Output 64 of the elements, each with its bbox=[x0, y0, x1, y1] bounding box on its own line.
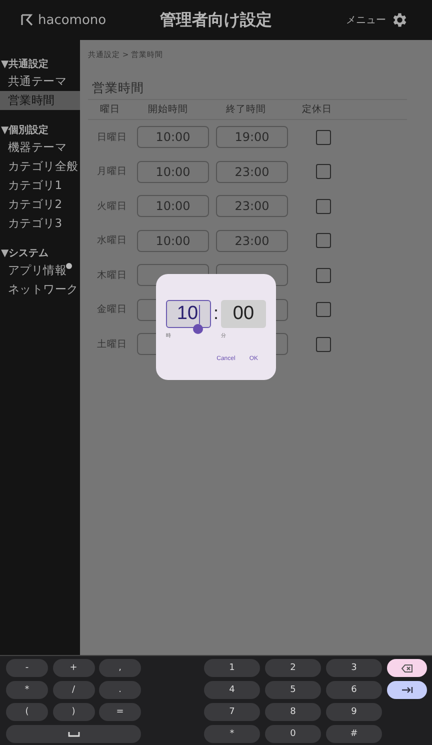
sidebar-item[interactable]: 共通テーマ bbox=[0, 72, 80, 91]
keyboard-key[interactable]: / bbox=[52, 681, 94, 699]
keyboard-key[interactable]: 0 bbox=[265, 725, 321, 743]
day-label: 木曜日 bbox=[96, 268, 128, 282]
keyboard-key[interactable]: 4 bbox=[204, 681, 260, 699]
sidebar-item[interactable]: カテゴリ1 bbox=[0, 176, 80, 195]
hour-field[interactable]: 10 bbox=[166, 300, 211, 328]
keyboard-key[interactable]: . bbox=[99, 681, 141, 699]
sidebar-item[interactable]: ネットワーク bbox=[0, 280, 80, 299]
keyboard-key[interactable]: 7 bbox=[204, 703, 260, 721]
tab-key[interactable] bbox=[387, 681, 427, 699]
tab-icon bbox=[401, 686, 413, 694]
minute-field[interactable]: 00 bbox=[221, 300, 266, 328]
keyboard-key[interactable]: * bbox=[204, 725, 260, 743]
keyboard-key[interactable]: , bbox=[99, 659, 141, 677]
keyboard-key[interactable]: 1 bbox=[204, 659, 260, 677]
day-label: 土曜日 bbox=[96, 338, 128, 351]
closed-day-checkbox[interactable] bbox=[316, 130, 330, 145]
keyboard-key[interactable]: 8 bbox=[265, 703, 321, 721]
day-label: 水曜日 bbox=[96, 234, 128, 248]
day-label: 月曜日 bbox=[96, 165, 128, 178]
column-header: 終了時間 bbox=[225, 103, 267, 116]
keyboard-key[interactable]: 5 bbox=[265, 681, 321, 699]
section-title: 営業時間 bbox=[91, 79, 145, 97]
keyboard-key[interactable]: ( bbox=[6, 703, 48, 721]
day-label: 火曜日 bbox=[96, 200, 128, 213]
keyboard-key[interactable]: - bbox=[6, 659, 48, 677]
cursor-handle[interactable] bbox=[193, 324, 203, 334]
sidebar-item[interactable]: 機器テーマ bbox=[0, 138, 80, 157]
keyboard-key[interactable]: + bbox=[52, 659, 94, 677]
closed-day-checkbox[interactable] bbox=[316, 302, 330, 318]
backspace-icon bbox=[401, 664, 413, 672]
page-header-title: 管理者向け設定 bbox=[159, 10, 273, 30]
keyboard-key[interactable]: 3 bbox=[326, 659, 382, 677]
logo-icon bbox=[20, 13, 34, 27]
column-header: 曜日 bbox=[99, 103, 121, 116]
column-header: 開始時間 bbox=[147, 103, 189, 116]
section-heading: ▼共通設定 bbox=[0, 58, 50, 72]
space-icon bbox=[68, 731, 80, 737]
closed-day-checkbox[interactable] bbox=[316, 233, 330, 248]
keyboard-key[interactable]: * bbox=[6, 681, 48, 699]
logo-text: hacomono bbox=[38, 12, 106, 28]
sidebar-item[interactable]: カテゴリ3 bbox=[0, 214, 80, 233]
sidebar-item[interactable]: カテゴリ全般 bbox=[0, 157, 80, 176]
closed-day-checkbox[interactable] bbox=[316, 268, 330, 283]
closed-day-checkbox[interactable] bbox=[316, 336, 330, 352]
closed-day-checkbox[interactable] bbox=[316, 164, 330, 180]
day-label: 金曜日 bbox=[96, 303, 128, 316]
sidebar-item[interactable]: アプリ情報 bbox=[0, 261, 80, 280]
menu-button[interactable]: メニュー bbox=[346, 11, 408, 29]
keyboard-key[interactable]: 9 bbox=[326, 703, 382, 721]
day-label: 日曜日 bbox=[96, 130, 128, 144]
section-heading: ▼個別設定 bbox=[0, 124, 50, 138]
section-heading: ▼システム bbox=[0, 247, 50, 261]
keyboard-key[interactable]: ) bbox=[52, 703, 94, 721]
sidebar-item[interactable]: カテゴリ2 bbox=[0, 195, 80, 214]
backspace-key[interactable] bbox=[387, 659, 427, 677]
keyboard-key[interactable]: # bbox=[326, 725, 382, 743]
keyboard-key[interactable]: 2 bbox=[265, 659, 321, 677]
time-separator: : bbox=[212, 302, 220, 325]
keyboard-key[interactable]: = bbox=[99, 703, 141, 721]
keyboard-key[interactable]: 6 bbox=[326, 681, 382, 699]
closed-day-checkbox[interactable] bbox=[316, 198, 330, 214]
column-header: 定休日 bbox=[301, 103, 333, 116]
